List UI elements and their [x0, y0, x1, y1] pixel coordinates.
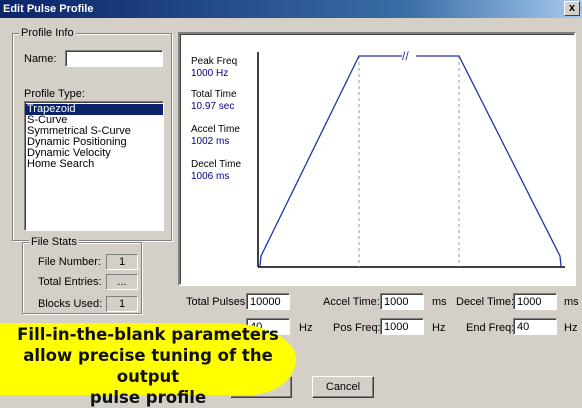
pulse-profile-plot: Peak Freq 1000 Hz Total Time 10.97 sec A…: [178, 32, 576, 286]
annotation-line-1: Fill-in-the-blank parameters: [17, 325, 279, 344]
close-button[interactable]: x: [564, 1, 580, 16]
blocks-used-label: Blocks Used:: [38, 298, 103, 310]
annotation-line-2: allow precise tuning of the output: [23, 346, 273, 386]
blocks-used-value: 1: [106, 296, 138, 312]
end-freq-label: End Freq:: [466, 322, 515, 334]
decel-time-param-label: Decel Time:: [456, 296, 515, 308]
decel-ramp-line: [416, 55, 562, 267]
axis-break-mark: //: [402, 49, 409, 63]
profile-type-label: Profile Type:: [24, 88, 85, 100]
total-pulses-input[interactable]: [246, 293, 290, 310]
accel-time-unit: ms: [432, 296, 447, 308]
window-title: Edit Pulse Profile: [3, 3, 94, 15]
end-freq-unit: Hz: [564, 322, 578, 334]
file-number-label: File Number:: [38, 256, 101, 268]
decel-time-unit: ms: [564, 296, 579, 308]
name-label: Name:: [24, 53, 57, 65]
file-number-value: 1: [106, 254, 138, 270]
profile-curve-svg: //: [257, 49, 565, 268]
annotation-text: Fill-in-the-blank parameters allow preci…: [0, 324, 296, 408]
cancel-button[interactable]: Cancel: [312, 376, 374, 398]
accel-time-input[interactable]: [380, 293, 424, 310]
total-pulses-label: Total Pulses:: [186, 296, 249, 308]
accel-ramp-line: [259, 55, 402, 267]
edit-pulse-profile-dialog: Edit Pulse Profile x Profile Info Name: …: [0, 0, 582, 407]
title-bar: Edit Pulse Profile x: [0, 0, 582, 18]
profile-info-label: Profile Info: [19, 27, 76, 39]
start-freq-unit: Hz: [299, 322, 313, 334]
annotation-line-3: pulse profile: [89, 388, 207, 407]
total-entries-value: ...: [106, 274, 138, 290]
total-entries-label: Total Entries:: [38, 276, 102, 288]
profile-type-list[interactable]: Trapezoid S-Curve Symmetrical S-Curve Dy…: [24, 101, 164, 231]
decel-time-input[interactable]: [513, 293, 557, 310]
accel-time-param-label: Accel Time:: [323, 296, 380, 308]
pos-freq-label: Pos Freq:: [333, 322, 381, 334]
pos-freq-unit: Hz: [432, 322, 446, 334]
pos-freq-input[interactable]: [380, 318, 424, 335]
end-freq-input[interactable]: [513, 318, 557, 335]
name-input[interactable]: [65, 50, 163, 67]
profile-type-option[interactable]: Home Search: [25, 159, 163, 170]
file-stats-label: File Stats: [29, 236, 79, 248]
